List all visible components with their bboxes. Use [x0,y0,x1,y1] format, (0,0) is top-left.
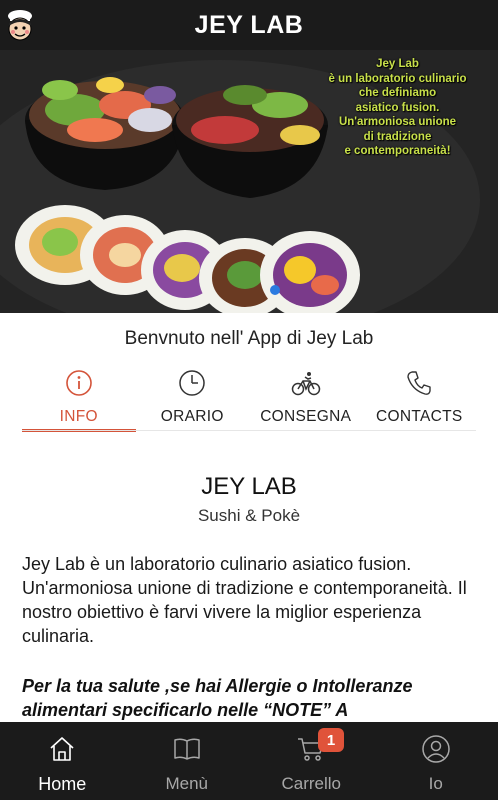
tab-orario[interactable]: ORARIO [136,366,250,432]
hero-caption-line: è un laboratorio culinario [328,72,467,85]
nav-label: Carrello [281,774,342,793]
hero-caption-line: e contemporaneità! [344,145,451,157]
chef-mascot-logo-icon[interactable] [5,8,35,42]
phone-icon [407,371,431,395]
book-icon [174,738,200,760]
hero-caption-line: asiatico fusion. [355,101,440,114]
nav-home[interactable]: Home [0,722,125,800]
hero-caption-line: che definiamo [358,87,437,99]
tab-consegna[interactable]: CONSEGNA [249,366,363,432]
tab-label: INFO [59,408,98,425]
hero-banner: Jey Lab è un laboratorio culinario che d… [0,50,498,313]
nav-label: Io [428,774,443,793]
restaurant-subtitle: Sushi & Pokè [197,506,301,525]
info-icon [65,370,92,396]
app-header: JEY LAB [0,0,498,50]
info-tabs: INFO ORARIO CONSEGNA CONTACTS [22,366,476,432]
clock-icon [179,370,205,396]
nav-label: Home [38,774,87,794]
tab-label: CONTACTS [376,408,463,425]
nav-menu[interactable]: Menù [125,722,250,800]
bottom-navigation: Home Menù 1 Carrello Io [0,722,498,800]
nav-cart[interactable]: 1 Carrello [249,722,374,800]
bicycle-icon [291,372,320,396]
nav-profile[interactable]: Io [374,722,498,800]
hero-caption-line: Un'armoniosa unione [338,116,457,128]
home-icon [50,737,74,761]
allergy-note: Per la tua salute ,se hai Allergie o Int… [22,676,413,720]
tab-info[interactable]: INFO [22,366,136,432]
tabs-divider [22,430,476,431]
hero-caption-line: Jey Lab [376,58,419,70]
nav-label: Menù [165,774,209,793]
hero-caption: Jey Lab è un laboratorio culinario che d… [300,57,495,159]
restaurant-description: Jey Lab è un laboratorio culinario asiat… [22,554,467,646]
cart-count-badge: 1 [318,728,344,752]
restaurant-name: JEY LAB [201,473,297,500]
user-icon [422,735,450,763]
tab-contacts[interactable]: CONTACTS [363,366,477,432]
tab-label: ORARIO [160,408,224,425]
hero-caption-line: di tradizione [363,130,432,143]
welcome-text: Benvnuto nell' App di Jey Lab [124,328,374,349]
app-title: JEY LAB [194,10,304,39]
tab-label: CONSEGNA [260,408,352,425]
